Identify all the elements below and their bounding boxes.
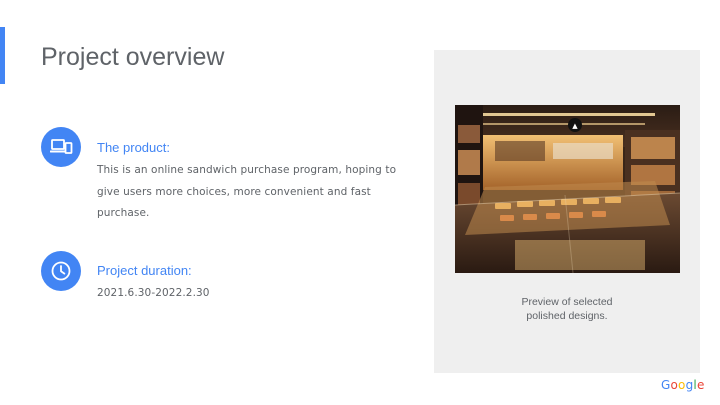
duration-label: Project duration: bbox=[97, 263, 192, 278]
clock-icon bbox=[41, 251, 81, 291]
google-logo-letter: e bbox=[696, 378, 705, 392]
preview-caption: Preview of selected polished designs. bbox=[434, 295, 700, 323]
preview-panel: ▲ Preview of selected polished designs. bbox=[434, 50, 700, 373]
google-logo: Google bbox=[661, 378, 705, 392]
laptop-phone-icon bbox=[41, 127, 81, 167]
product-label: The product: bbox=[97, 140, 170, 155]
svg-text:▲: ▲ bbox=[572, 122, 578, 130]
product-description: This is an online sandwich purchase prog… bbox=[97, 164, 397, 219]
google-logo-letter: G bbox=[661, 378, 671, 392]
duration-value: 2021.6.30-2022.2.30 bbox=[97, 287, 210, 299]
sandwich-shop-interior-photo: ▲ bbox=[455, 105, 680, 273]
preview-caption-line-1: Preview of selected bbox=[521, 296, 613, 308]
preview-caption-line-2: polished designs. bbox=[526, 310, 608, 322]
google-logo-letter: o bbox=[678, 378, 686, 392]
google-logo-letter: o bbox=[670, 378, 679, 392]
slide-title: Project overview bbox=[41, 43, 225, 71]
accent-bar bbox=[0, 27, 5, 84]
